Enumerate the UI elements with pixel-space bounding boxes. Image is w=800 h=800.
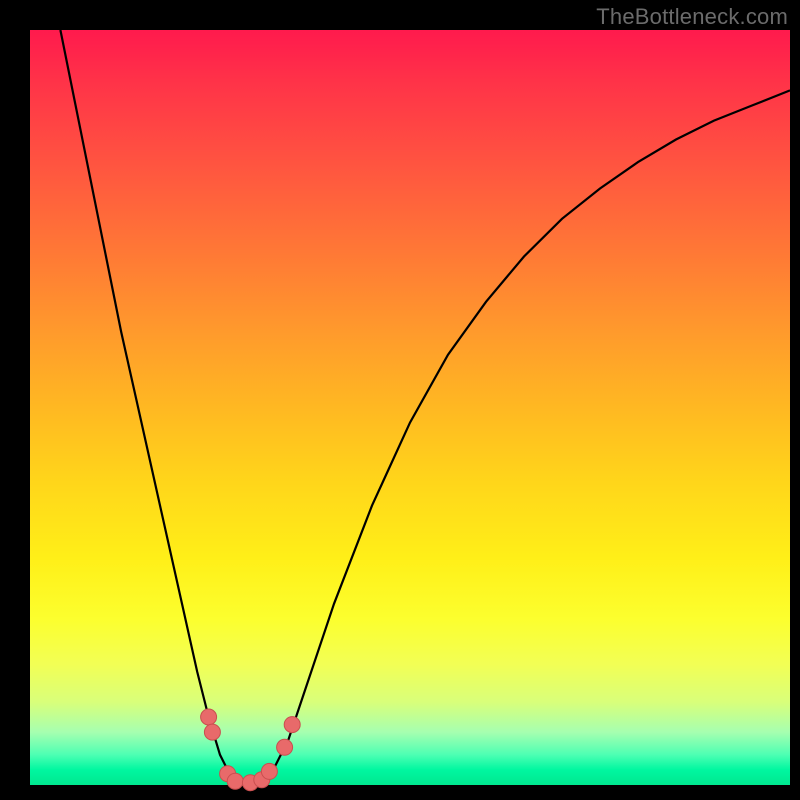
curve-marker bbox=[277, 739, 293, 755]
bottleneck-curve bbox=[60, 30, 790, 785]
watermark-text: TheBottleneck.com bbox=[596, 4, 788, 30]
curve-marker bbox=[261, 763, 277, 779]
chart-frame: TheBottleneck.com bbox=[0, 0, 800, 800]
curve-marker bbox=[227, 773, 243, 789]
curve-marker bbox=[201, 709, 217, 725]
curve-layer bbox=[30, 30, 790, 785]
plot-area bbox=[30, 30, 790, 785]
curve-markers bbox=[201, 709, 301, 791]
curve-marker bbox=[284, 717, 300, 733]
curve-marker bbox=[204, 724, 220, 740]
